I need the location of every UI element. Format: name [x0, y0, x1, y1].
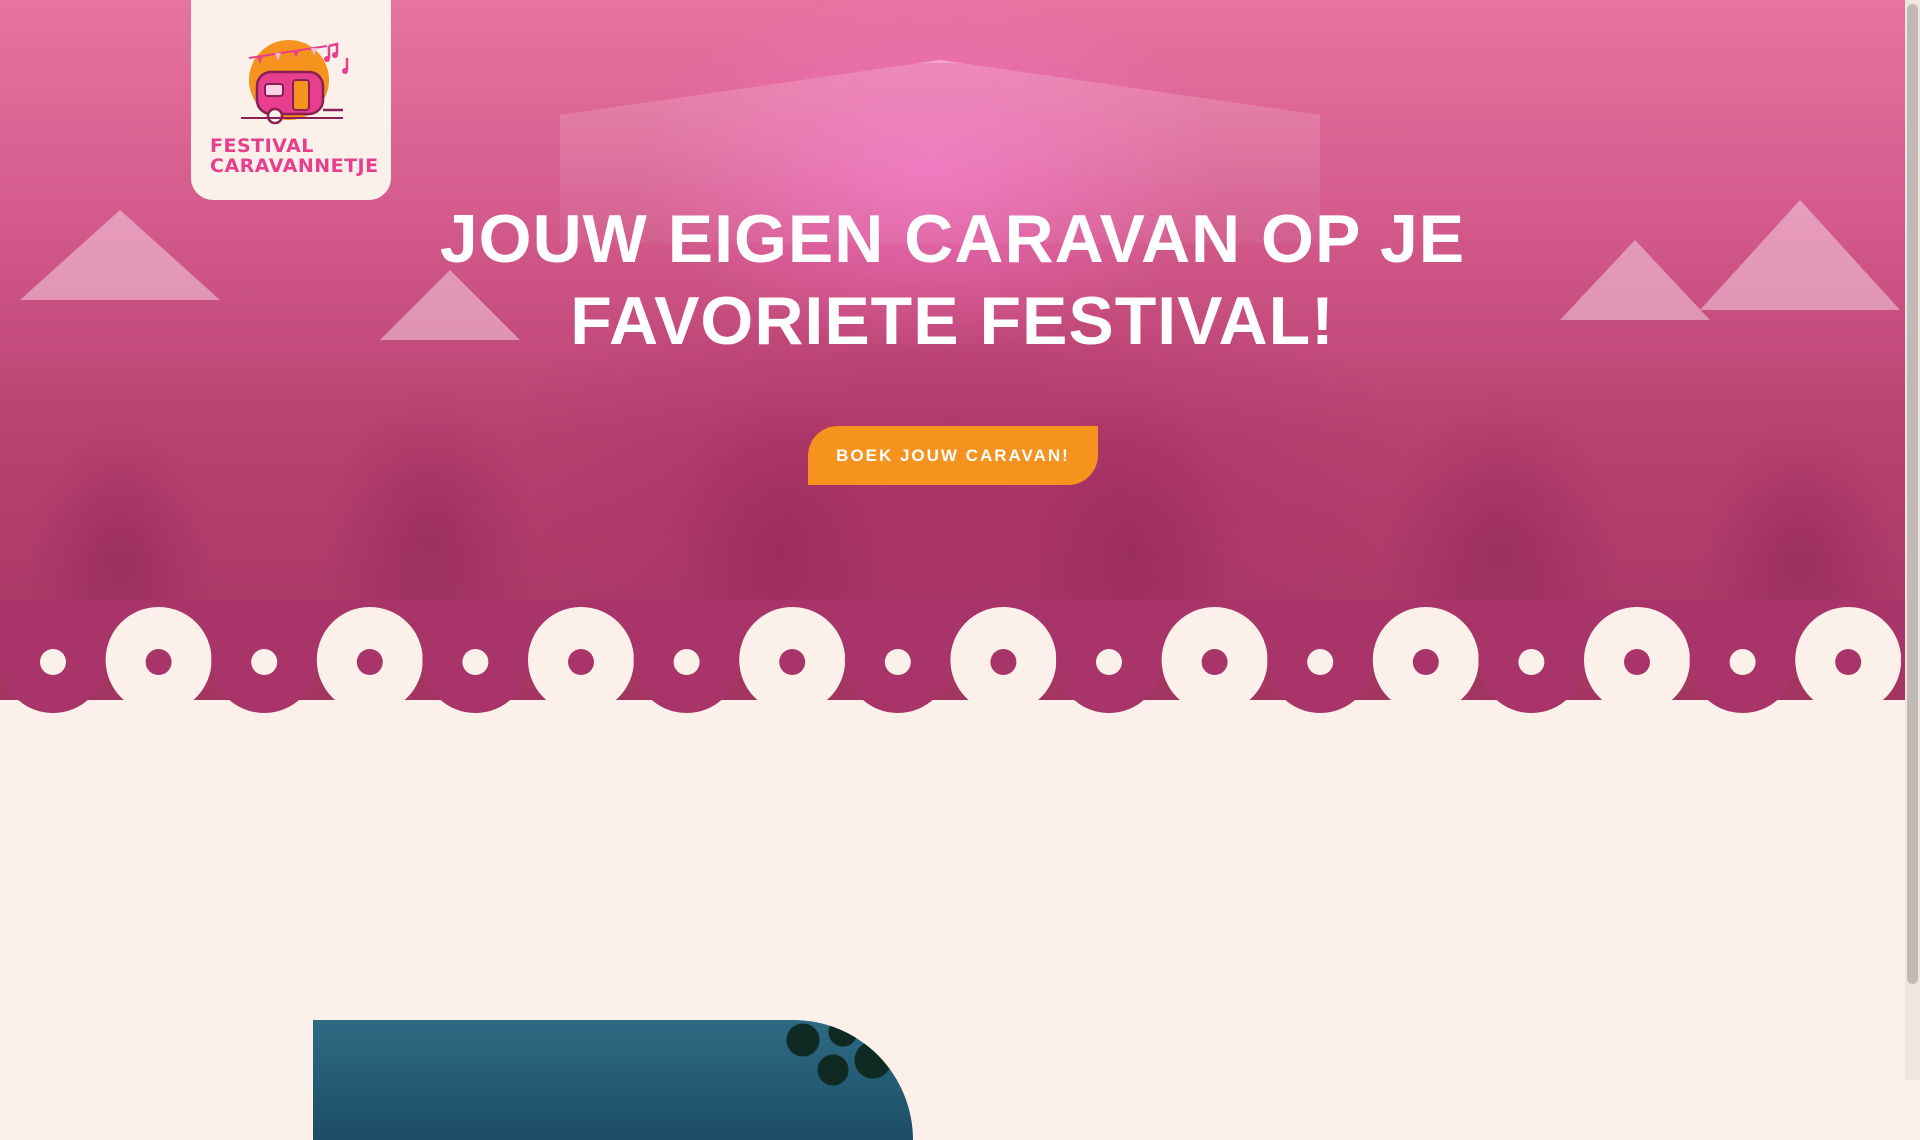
scallop-dot — [251, 649, 278, 675]
scallop-dot — [1729, 649, 1756, 675]
logo-line-2: CARAVANNETJE — [210, 155, 379, 177]
scallop-dot — [1096, 649, 1122, 675]
scalloped-divider — [0, 600, 1905, 713]
scallop-dot — [1201, 649, 1228, 675]
scallop-dot — [1412, 649, 1439, 675]
scallop-dot — [779, 649, 806, 675]
hero-headline: JOUW EIGEN CARAVAN OP JE FAVORIETE FESTI… — [439, 201, 1466, 359]
photo-tree-silhouette — [763, 1020, 913, 1100]
scallop-dot — [462, 649, 489, 675]
scallop-dot — [1518, 649, 1545, 675]
vertical-scrollbar[interactable] — [1905, 0, 1920, 1080]
content-photo — [313, 1020, 913, 1140]
scallop-dot — [356, 649, 383, 675]
site-logo[interactable]: FESTIVAL CARAVANNETJE — [191, 0, 391, 200]
scallop-dot — [40, 649, 66, 675]
scallop-dot — [673, 649, 700, 675]
scallop-dot — [1307, 649, 1334, 675]
music-note-icon — [324, 42, 349, 74]
logo-wordmark: FESTIVAL CARAVANNETJE — [210, 135, 379, 177]
logo-line-1: FESTIVAL — [210, 135, 314, 157]
scallop-dot — [1835, 649, 1862, 675]
scrollbar-thumb[interactable] — [1907, 4, 1918, 984]
scallop-dot — [884, 649, 911, 675]
scallop-dot — [1624, 649, 1650, 675]
scallop-dot — [145, 649, 172, 675]
book-caravan-button[interactable]: BOEK JOUW CARAVAN! — [808, 426, 1098, 485]
scallop-dot — [568, 649, 594, 675]
hero-tent-left — [20, 210, 220, 300]
scallop-dot — [990, 649, 1017, 675]
hero-tent-right — [1700, 200, 1900, 310]
